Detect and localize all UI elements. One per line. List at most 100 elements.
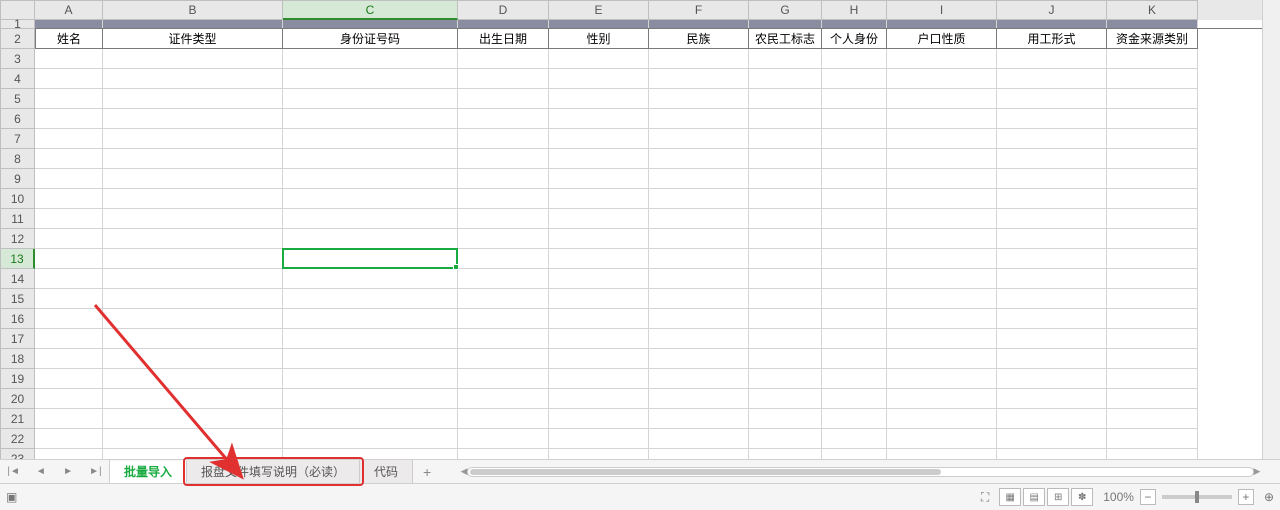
cell-D15[interactable] [458, 289, 549, 309]
row-header-19[interactable]: 19 [0, 369, 35, 389]
view-page-button[interactable]: ▤ [1023, 488, 1045, 506]
cell-D21[interactable] [458, 409, 549, 429]
cell-G13[interactable] [749, 249, 822, 269]
cell-D17[interactable] [458, 329, 549, 349]
cell-H6[interactable] [822, 109, 887, 129]
cell-C3[interactable] [283, 49, 458, 69]
cell-G8[interactable] [749, 149, 822, 169]
cell-D2[interactable]: 出生日期 [458, 29, 549, 49]
cell-K4[interactable] [1107, 69, 1198, 89]
cell-C6[interactable] [283, 109, 458, 129]
cell-H9[interactable] [822, 169, 887, 189]
cell-D5[interactable] [458, 89, 549, 109]
cell-K2[interactable]: 资金来源类别 [1107, 29, 1198, 49]
sheet-tab-batch-import[interactable]: 批量导入 [110, 461, 187, 484]
row-header-21[interactable]: 21 [0, 409, 35, 429]
column-header-E[interactable]: E [549, 0, 649, 20]
cell-G21[interactable] [749, 409, 822, 429]
cell-B12[interactable] [103, 229, 283, 249]
cell-I15[interactable] [887, 289, 997, 309]
cell-A19[interactable] [35, 369, 103, 389]
cell-B18[interactable] [103, 349, 283, 369]
cell-H8[interactable] [822, 149, 887, 169]
zoom-in-button[interactable]: + [1238, 489, 1254, 505]
column-header-J[interactable]: J [997, 0, 1107, 20]
cell-I22[interactable] [887, 429, 997, 449]
cell-H15[interactable] [822, 289, 887, 309]
row-header-1[interactable]: 1 [0, 20, 35, 29]
cell-K15[interactable] [1107, 289, 1198, 309]
cell-K13[interactable] [1107, 249, 1198, 269]
cell-C11[interactable] [283, 209, 458, 229]
cell-B22[interactable] [103, 429, 283, 449]
cell-B2[interactable]: 证件类型 [103, 29, 283, 49]
cell-D7[interactable] [458, 129, 549, 149]
view-break-button[interactable]: ⊞ [1047, 488, 1069, 506]
cell-A17[interactable] [35, 329, 103, 349]
row-header-7[interactable]: 7 [0, 129, 35, 149]
row-header-16[interactable]: 16 [0, 309, 35, 329]
cell-F11[interactable] [649, 209, 749, 229]
cell-G4[interactable] [749, 69, 822, 89]
cell-F20[interactable] [649, 389, 749, 409]
cell-E22[interactable] [549, 429, 649, 449]
cell-B21[interactable] [103, 409, 283, 429]
cell-F17[interactable] [649, 329, 749, 349]
cell-grid[interactable]: 姓名证件类型身份证号码出生日期性别民族农民工标志个人身份户口性质用工形式资金来源… [35, 20, 1262, 489]
cell-J12[interactable] [997, 229, 1107, 249]
cell-B4[interactable] [103, 69, 283, 89]
cell-G7[interactable] [749, 129, 822, 149]
cell-K8[interactable] [1107, 149, 1198, 169]
cell-C16[interactable] [283, 309, 458, 329]
cell-F13[interactable] [649, 249, 749, 269]
cell-B10[interactable] [103, 189, 283, 209]
cell-E18[interactable] [549, 349, 649, 369]
cell-A11[interactable] [35, 209, 103, 229]
cell-I19[interactable] [887, 369, 997, 389]
cell-C13[interactable] [283, 249, 458, 269]
cell-C7[interactable] [283, 129, 458, 149]
cell-A20[interactable] [35, 389, 103, 409]
row-header-4[interactable]: 4 [0, 69, 35, 89]
cell-K5[interactable] [1107, 89, 1198, 109]
cell-H22[interactable] [822, 429, 887, 449]
zoom-slider-thumb[interactable] [1195, 491, 1199, 503]
cell-H10[interactable] [822, 189, 887, 209]
cell-E19[interactable] [549, 369, 649, 389]
cell-G16[interactable] [749, 309, 822, 329]
cell-D4[interactable] [458, 69, 549, 89]
cell-E2[interactable]: 性别 [549, 29, 649, 49]
cell-H4[interactable] [822, 69, 887, 89]
cell-E5[interactable] [549, 89, 649, 109]
cell-B9[interactable] [103, 169, 283, 189]
cell-C18[interactable] [283, 349, 458, 369]
cell-I13[interactable] [887, 249, 997, 269]
cell-J14[interactable] [997, 269, 1107, 289]
row-header-6[interactable]: 6 [0, 109, 35, 129]
row-header-20[interactable]: 20 [0, 389, 35, 409]
cell-A2[interactable]: 姓名 [35, 29, 103, 49]
cell-B11[interactable] [103, 209, 283, 229]
cell-H20[interactable] [822, 389, 887, 409]
cell-D8[interactable] [458, 149, 549, 169]
cell-G18[interactable] [749, 349, 822, 369]
cell-A14[interactable] [35, 269, 103, 289]
horizontal-scrollbar[interactable] [467, 467, 1254, 477]
cell-G22[interactable] [749, 429, 822, 449]
row-header-14[interactable]: 14 [0, 269, 35, 289]
cell-K18[interactable] [1107, 349, 1198, 369]
cell-D18[interactable] [458, 349, 549, 369]
cell-K6[interactable] [1107, 109, 1198, 129]
cell-E6[interactable] [549, 109, 649, 129]
cell-E12[interactable] [549, 229, 649, 249]
cell-F5[interactable] [649, 89, 749, 109]
cell-K20[interactable] [1107, 389, 1198, 409]
cell-E21[interactable] [549, 409, 649, 429]
cell-H13[interactable] [822, 249, 887, 269]
cell-B14[interactable] [103, 269, 283, 289]
cell-C8[interactable] [283, 149, 458, 169]
cell-J9[interactable] [997, 169, 1107, 189]
tab-nav-next[interactable]: ► [60, 466, 76, 477]
cell-F6[interactable] [649, 109, 749, 129]
column-header-K[interactable]: K [1107, 0, 1198, 20]
